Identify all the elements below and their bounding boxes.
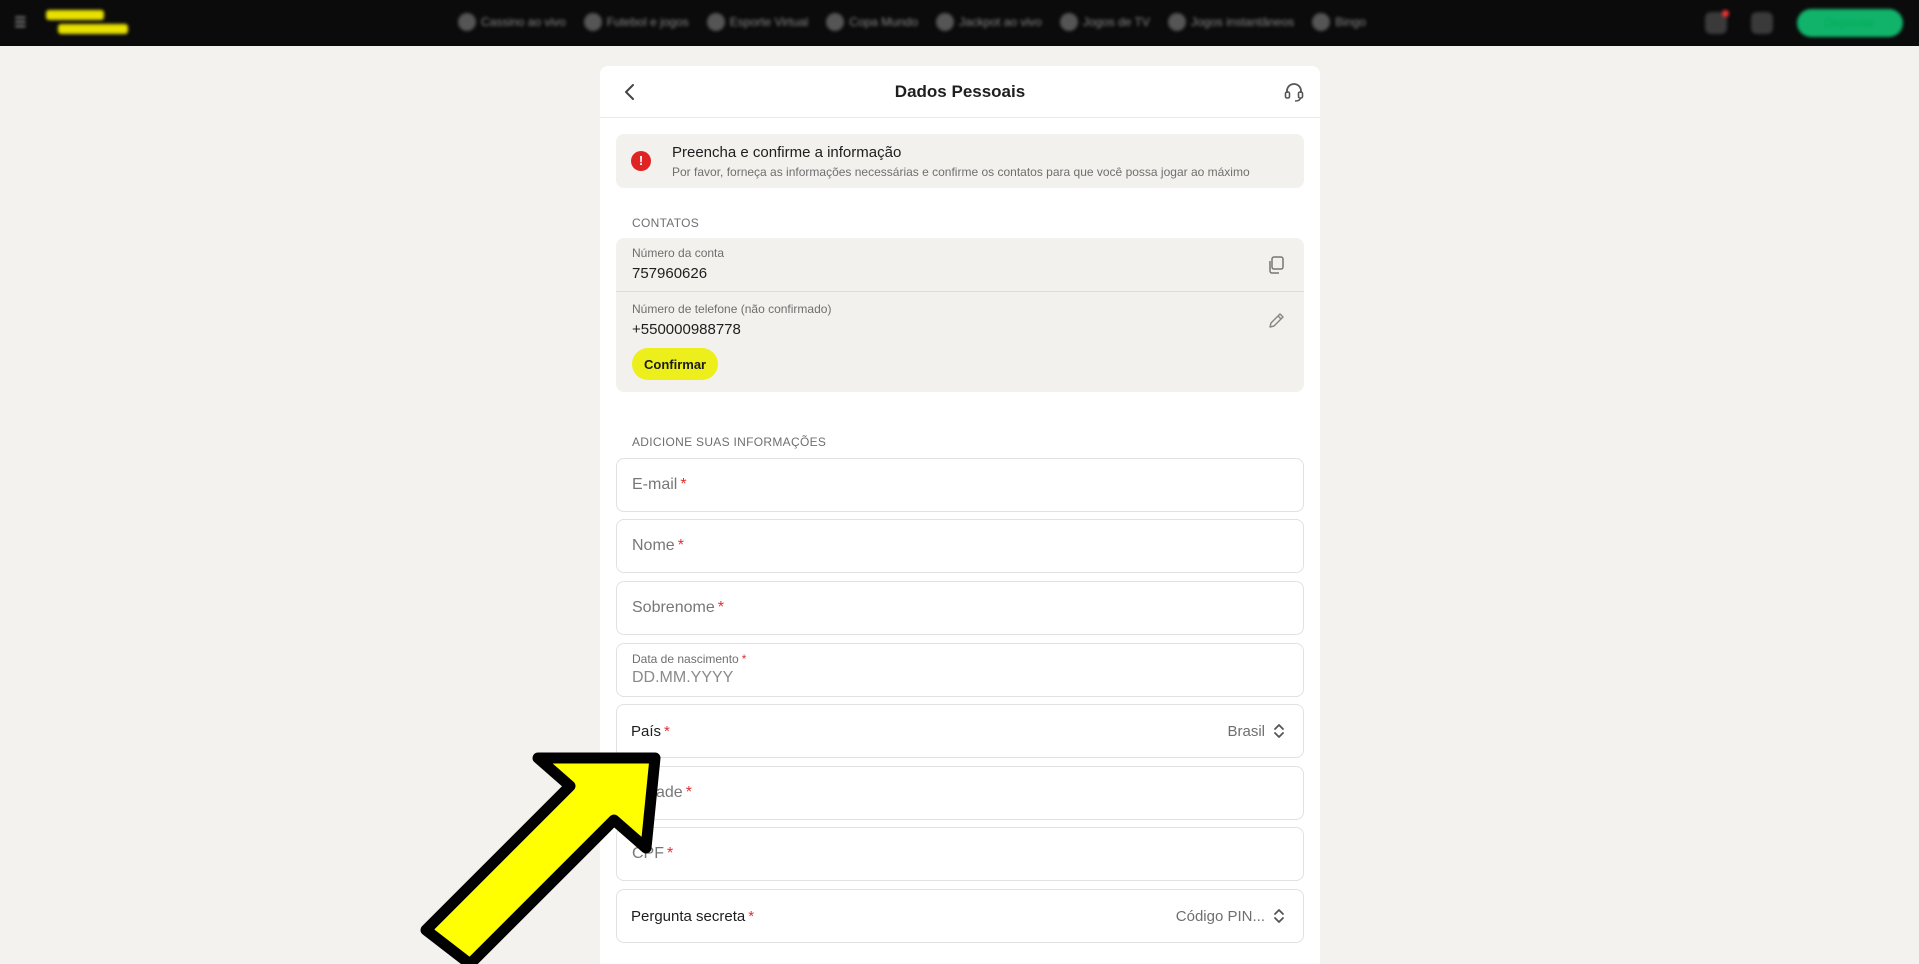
nav-item-icon bbox=[936, 13, 954, 31]
nav-item-icon bbox=[1167, 13, 1186, 31]
copy-button[interactable] bbox=[1266, 255, 1286, 275]
birth-date-placeholder: DD.MM.YYYY bbox=[632, 669, 734, 686]
nav-item-icon bbox=[706, 13, 725, 31]
main-nav: Cassino ao vivo Futebol e jogos Esporte … bbox=[458, 13, 1366, 31]
first-name-placeholder: Nome * bbox=[632, 537, 684, 555]
bell-icon[interactable] bbox=[1751, 12, 1773, 34]
last-name-placeholder: Sobrenome * bbox=[632, 599, 724, 617]
last-name-field[interactable]: Sobrenome * bbox=[616, 581, 1304, 635]
secret-question-select[interactable]: Pergunta secreta * Código PIN... bbox=[616, 889, 1304, 943]
required-mark: * bbox=[685, 784, 692, 801]
country-label: País * bbox=[631, 723, 670, 740]
nav-item-icon bbox=[458, 13, 476, 31]
cpf-placeholder: CPF * bbox=[632, 845, 673, 863]
city-placeholder-text: Cidade bbox=[632, 784, 683, 801]
nav-item[interactable]: Bingo bbox=[1312, 13, 1366, 31]
email-placeholder: E-mail * bbox=[632, 476, 687, 494]
account-number-label: Número da conta bbox=[632, 246, 725, 260]
nav-item-icon bbox=[826, 13, 845, 31]
first-name-placeholder-text: Nome bbox=[632, 537, 675, 554]
account-number-value: 757960626 bbox=[632, 265, 708, 282]
secret-question-label-text: Pergunta secreta bbox=[631, 908, 746, 925]
required-mark: * bbox=[680, 476, 687, 493]
email-field[interactable]: E-mail * bbox=[616, 458, 1304, 512]
birth-date-field[interactable]: Data de nascimento * DD.MM.YYYY bbox=[616, 643, 1304, 697]
secret-question-label: Pergunta secreta * bbox=[631, 908, 754, 925]
gift-icon[interactable] bbox=[1705, 10, 1729, 34]
required-mark: * bbox=[664, 723, 670, 740]
nav-item[interactable]: Jogos de TV bbox=[1059, 13, 1150, 31]
required-mark: * bbox=[748, 908, 755, 925]
support-button[interactable] bbox=[1282, 80, 1306, 104]
notification-dot bbox=[1722, 10, 1729, 17]
birth-date-label-text: Data de nascimento bbox=[632, 652, 739, 666]
cpf-placeholder-text: CPF bbox=[632, 845, 664, 862]
confirm-phone-button[interactable]: Confirmar bbox=[632, 348, 719, 380]
site-logo[interactable] bbox=[46, 10, 128, 36]
nav-item[interactable]: Esporte Virtual bbox=[706, 13, 808, 31]
nav-item[interactable]: Cassino ao vivo bbox=[458, 13, 566, 31]
country-value: Brasil bbox=[1227, 723, 1265, 740]
chevron-up-down-icon bbox=[1274, 724, 1284, 738]
account-number-row: Número da conta 757960626 bbox=[616, 238, 1304, 292]
nav-item-icon bbox=[583, 13, 602, 31]
back-button[interactable] bbox=[618, 80, 642, 104]
deposit-button[interactable]: Depositar bbox=[1797, 9, 1903, 37]
city-field[interactable]: Cidade * bbox=[616, 766, 1304, 820]
menu-icon[interactable]: ☰ bbox=[14, 15, 30, 29]
contacts-section-label: CONTATOS bbox=[632, 216, 700, 230]
contacts-card: Número da conta 757960626 Número de tele… bbox=[616, 238, 1304, 392]
last-name-placeholder-text: Sobrenome bbox=[632, 599, 715, 616]
add-info-section-label: ADICIONE SUAS INFORMAÇÕES bbox=[632, 435, 827, 449]
required-mark: * bbox=[677, 537, 684, 554]
edit-phone-button[interactable] bbox=[1266, 311, 1286, 331]
headset-icon bbox=[1284, 83, 1304, 102]
nav-item[interactable]: Jogos instantâneos bbox=[1167, 13, 1294, 31]
nav-item[interactable]: Futebol e jogos bbox=[583, 13, 689, 31]
required-mark: * bbox=[667, 845, 674, 862]
notice-title: Preencha e confirme a informação bbox=[672, 144, 902, 161]
topbar-actions: Depositar bbox=[1705, 9, 1903, 37]
nav-item-icon bbox=[1059, 13, 1078, 31]
birth-date-label: Data de nascimento * bbox=[632, 652, 746, 666]
required-mark: * bbox=[741, 652, 747, 666]
alert-icon: ! bbox=[631, 151, 651, 171]
pencil-icon bbox=[1269, 313, 1284, 328]
phone-number-label: Número de telefone (não confirmado) bbox=[632, 302, 832, 316]
email-placeholder-text: E-mail bbox=[632, 476, 678, 493]
info-notice: ! Preencha e confirme a informação Por f… bbox=[616, 134, 1304, 188]
notice-text: Por favor, forneça as informações necess… bbox=[672, 165, 1250, 179]
chevron-up-down-icon bbox=[1274, 909, 1284, 923]
country-select[interactable]: País * Brasil bbox=[616, 704, 1304, 758]
phone-number-value: +550000988778 bbox=[632, 321, 741, 338]
nav-item[interactable]: Copa Mundo bbox=[826, 13, 918, 31]
nav-item[interactable]: Jackpot ao vivo bbox=[936, 13, 1042, 31]
secret-question-value: Código PIN... bbox=[1175, 908, 1265, 925]
nav-item-icon bbox=[1312, 13, 1331, 31]
chevron-left-icon bbox=[625, 84, 634, 100]
copy-icon bbox=[1269, 256, 1284, 274]
personal-data-panel: Dados Pessoais ! Preencha e confirme a i… bbox=[600, 66, 1320, 964]
required-mark: * bbox=[717, 599, 724, 616]
panel-header: Dados Pessoais bbox=[600, 66, 1320, 118]
first-name-field[interactable]: Nome * bbox=[616, 519, 1304, 573]
page-title: Dados Pessoais bbox=[894, 82, 1026, 101]
top-navigation-bar: ☰ Cassino ao vivo Futebol e jogos Esport… bbox=[0, 0, 1919, 46]
city-placeholder: Cidade * bbox=[632, 784, 692, 802]
cpf-field[interactable]: CPF * bbox=[616, 827, 1304, 881]
country-label-text: País bbox=[631, 723, 662, 740]
